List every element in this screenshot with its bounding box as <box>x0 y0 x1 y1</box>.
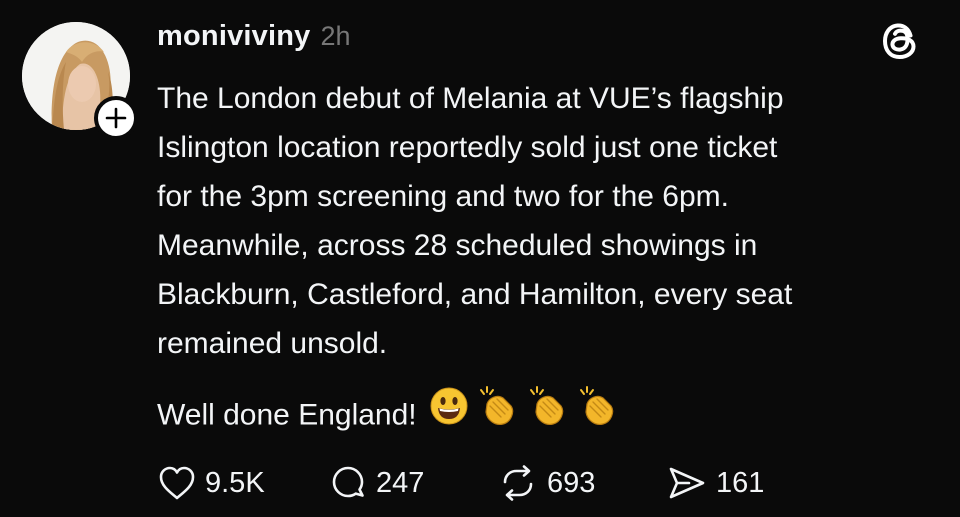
post-body: The London debut of Melania at VUE’s fla… <box>157 74 937 446</box>
post-header: moniviviny 2h <box>157 20 351 60</box>
grinning-face-emoji <box>429 386 469 441</box>
comment-bubble-icon <box>332 466 364 498</box>
like-button[interactable]: 9.5K <box>158 465 329 501</box>
like-count: 9.5K <box>205 466 265 499</box>
post-timestamp: 2h <box>320 21 351 51</box>
post-text-closing: Well done England! <box>157 384 937 446</box>
threads-post: moniviviny 2h The London debut of Melani… <box>0 0 960 517</box>
plus-icon <box>105 107 127 129</box>
post-actions: 9.5K 247 693 161 <box>158 458 764 508</box>
heart-icon <box>159 466 195 500</box>
closing-line: Well done England! <box>157 398 417 432</box>
post-text-main: The London debut of Melania at VUE’s fla… <box>157 82 793 360</box>
reply-button[interactable]: 247 <box>329 464 498 502</box>
repost-count: 693 <box>547 466 596 499</box>
follow-button[interactable] <box>94 96 138 140</box>
share-count: 161 <box>716 466 765 499</box>
clapping-hands-emoji <box>575 384 619 443</box>
threads-logo-icon[interactable] <box>880 20 920 62</box>
repost-button[interactable]: 693 <box>498 464 667 502</box>
reply-count: 247 <box>376 466 425 499</box>
author-avatar-container[interactable] <box>22 22 138 140</box>
author-username[interactable]: moniviviny <box>157 20 311 53</box>
clapping-hands-emoji <box>525 384 569 443</box>
send-icon <box>669 467 705 499</box>
repost-icon <box>503 465 533 501</box>
share-button[interactable]: 161 <box>667 465 764 501</box>
clapping-hands-emoji <box>475 384 519 443</box>
